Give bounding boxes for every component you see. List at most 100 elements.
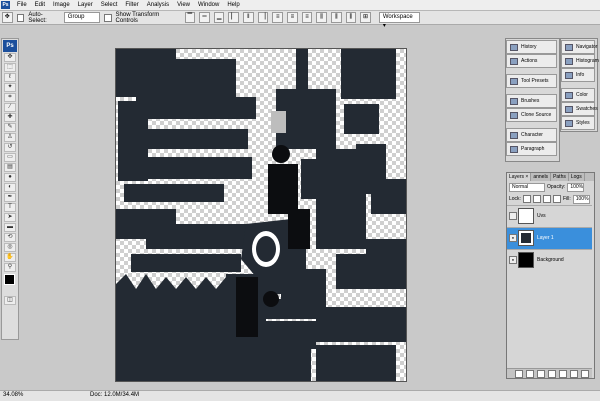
stamp-tool-icon[interactable]: ♙ (4, 133, 16, 142)
path-selection-tool-icon[interactable]: ➤ (4, 213, 16, 222)
shape-tool-icon[interactable]: ▬ (4, 223, 16, 232)
align-top-icon[interactable]: ▔ (184, 12, 196, 23)
distribute-bottom-icon[interactable]: ≡ (301, 12, 313, 23)
zoom-tool-icon[interactable]: ⚲ (4, 263, 16, 272)
new-group-icon[interactable] (559, 369, 567, 378)
healing-tool-icon[interactable]: ✚ (4, 113, 16, 122)
trash-icon[interactable] (581, 369, 589, 378)
show-transform-checkbox[interactable] (103, 13, 112, 22)
layer-row-background[interactable]: ● Background (507, 249, 592, 271)
menu-analysis[interactable]: Analysis (143, 0, 173, 10)
align-middle-icon[interactable]: ═ (199, 12, 210, 23)
toolbox: Ps ✥ ⬚ ℓ ✦ ⌗ ⁄ ✚ ✎ ♙ ↺ ▭ ▤ ● ◐ ✒ T ➤ ▬ ⟲… (1, 38, 19, 340)
histogram-icon (565, 58, 573, 65)
align-right-icon[interactable]: ▕ (257, 12, 269, 23)
menu-edit[interactable]: Edit (31, 0, 49, 10)
lasso-tool-icon[interactable]: ℓ (4, 73, 16, 82)
visibility-toggle-icon[interactable] (509, 212, 517, 220)
tab-logs[interactable]: Logs (569, 173, 585, 181)
brushes-panel-button[interactable]: Brushes (506, 94, 557, 108)
link-layers-icon[interactable] (515, 369, 523, 378)
distribute-left-icon[interactable]: ⫼ (316, 12, 327, 23)
document-canvas[interactable] (115, 48, 407, 382)
tab-channels[interactable]: annels (531, 173, 552, 181)
eye-icon[interactable]: ● (509, 234, 517, 242)
blend-mode-dropdown[interactable]: Normal (509, 182, 545, 192)
align-center-icon[interactable]: ‖ (243, 12, 254, 23)
eye-icon[interactable]: ● (509, 256, 517, 264)
navigator-panel-button[interactable]: Navigator (561, 40, 598, 54)
layer-style-icon[interactable] (526, 369, 534, 378)
paragraph-panel-button[interactable]: Paragraph (506, 142, 557, 156)
menu-file[interactable]: File (13, 0, 31, 10)
blur-tool-icon[interactable]: ● (4, 173, 16, 182)
blend-row: Normal Opacity: 100% (507, 181, 594, 193)
hand-tool-icon[interactable]: ✋ (4, 253, 16, 262)
clone-source-panel-button[interactable]: Clone Source (506, 108, 557, 122)
color-swatches[interactable] (4, 274, 19, 294)
layer-row-uvs[interactable]: Uvs (507, 205, 592, 227)
workspace-dropdown[interactable]: Workspace ▾ (378, 12, 421, 29)
history-brush-tool-icon[interactable]: ↺ (4, 143, 16, 152)
move-tool-icon[interactable]: ✥ (4, 53, 16, 62)
menu-layer[interactable]: Layer (74, 0, 97, 10)
menu-image[interactable]: Image (49, 0, 74, 10)
lock-all-icon[interactable] (552, 195, 561, 203)
type-tool-icon[interactable]: T (4, 203, 16, 212)
fill-field[interactable]: 100% (572, 194, 590, 204)
pen-tool-icon[interactable]: ✒ (4, 193, 16, 202)
opacity-field[interactable]: 100% (567, 182, 585, 192)
lock-transparent-icon[interactable] (522, 195, 531, 203)
3d-rotate-tool-icon[interactable]: ⟲ (4, 233, 16, 242)
auto-align-icon[interactable]: ⊞ (360, 12, 371, 23)
layer-thumbnail (518, 252, 534, 268)
menu-select[interactable]: Select (97, 0, 122, 10)
gradient-tool-icon[interactable]: ▤ (4, 163, 16, 172)
styles-panel-button[interactable]: Styles (561, 116, 595, 130)
styles-icon (565, 120, 573, 127)
menu-help[interactable]: Help (223, 0, 243, 10)
menu-window[interactable]: Window (194, 0, 223, 10)
history-panel-button[interactable]: History (506, 40, 557, 54)
align-left-icon[interactable]: ▏ (228, 12, 240, 23)
color-panel-button[interactable]: Color (561, 88, 595, 102)
quick-mask-icon[interactable]: ◫ (4, 296, 16, 305)
tab-layers[interactable]: Layers × (507, 173, 532, 181)
info-panel-button[interactable]: Info (561, 68, 595, 82)
distribute-center-icon[interactable]: ⫼ (330, 12, 342, 23)
foreground-color-swatch[interactable] (4, 274, 15, 285)
dodge-tool-icon[interactable]: ◐ (4, 183, 16, 192)
lock-pixels-icon[interactable] (532, 195, 541, 203)
distribute-middle-icon[interactable]: ≡ (287, 12, 298, 23)
navigator-label: Navigator (576, 44, 598, 50)
lock-position-icon[interactable] (542, 195, 551, 203)
layer-row-layer-1[interactable]: ● Layer 1 (507, 227, 592, 249)
eraser-tool-icon[interactable]: ▭ (4, 153, 16, 162)
menu-view[interactable]: View (173, 0, 194, 10)
auto-select-checkbox[interactable] (16, 13, 25, 22)
actions-panel-button[interactable]: Actions (506, 54, 557, 68)
3d-orbit-tool-icon[interactable]: ◎ (4, 243, 16, 252)
brush-tool-icon[interactable]: ✎ (4, 123, 16, 132)
menu-filter[interactable]: Filter (121, 0, 142, 10)
auto-select-dropdown[interactable]: Group (63, 12, 100, 23)
marquee-tool-icon[interactable]: ⬚ (4, 63, 16, 72)
add-mask-icon[interactable] (537, 369, 545, 378)
distribute-right-icon[interactable]: ⫼ (345, 12, 357, 23)
distribute-top-icon[interactable]: ≡ (272, 12, 284, 23)
tab-paths[interactable]: Paths (551, 173, 569, 181)
history-label: History (521, 44, 537, 50)
magic-wand-tool-icon[interactable]: ✦ (4, 83, 16, 92)
swatches-panel-button[interactable]: Swatches (561, 102, 598, 116)
align-bottom-icon[interactable]: ▁ (213, 12, 225, 23)
new-layer-icon[interactable] (570, 369, 578, 378)
layer-thumbnail (518, 230, 534, 246)
crop-tool-icon[interactable]: ⌗ (4, 93, 16, 102)
zoom-level[interactable]: 34.08% (3, 392, 23, 398)
adjustment-layer-icon[interactable] (548, 369, 556, 378)
eyedropper-tool-icon[interactable]: ⁄ (4, 103, 16, 112)
tool-presets-panel-button[interactable]: Tool Presets (506, 74, 557, 88)
character-panel-button[interactable]: Character (506, 128, 557, 142)
move-tool-icon[interactable]: ✥ (2, 12, 13, 23)
histogram-panel-button[interactable]: Histogram (561, 54, 599, 68)
